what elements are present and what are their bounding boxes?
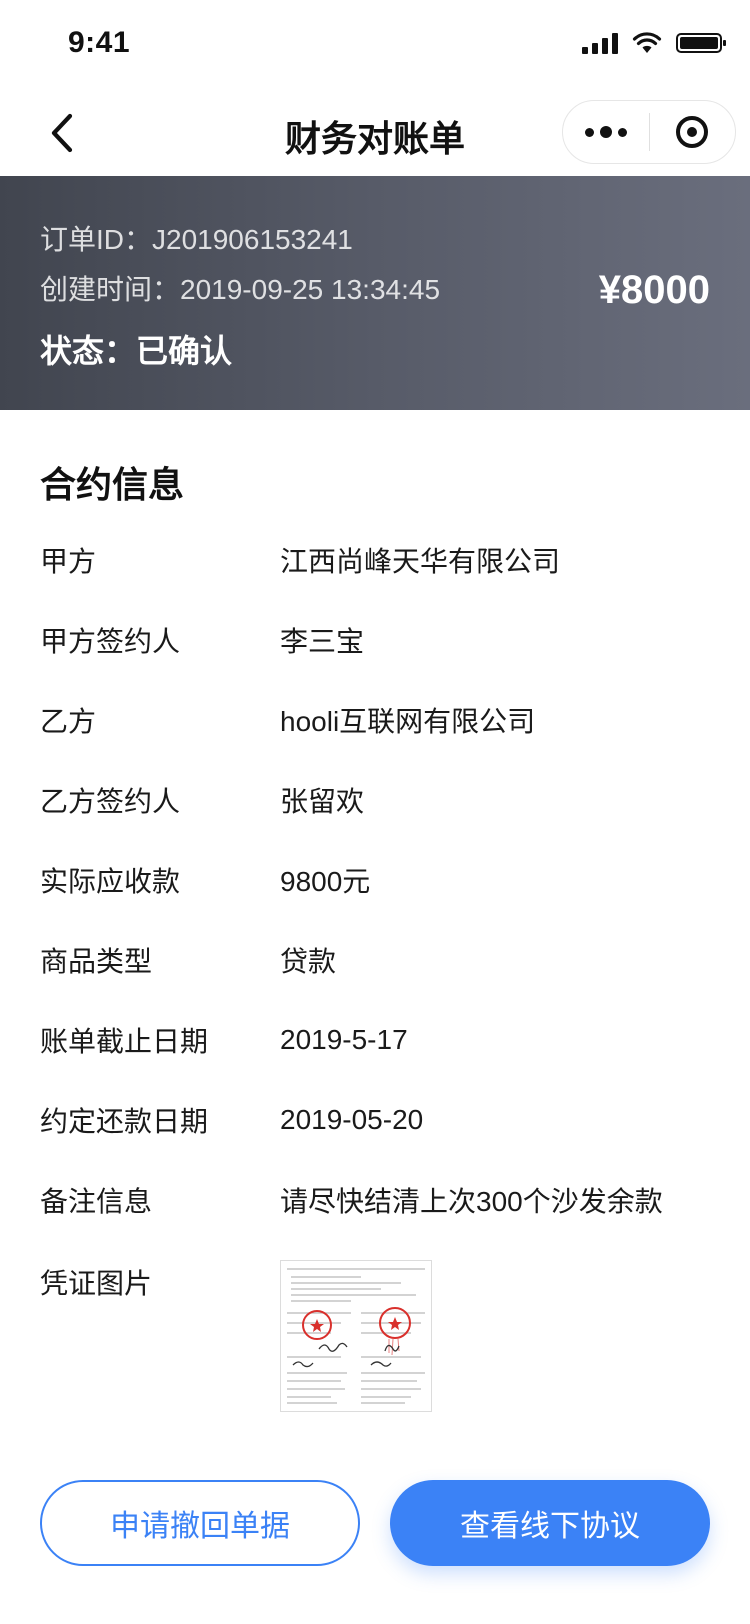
target-circle-icon [676,116,709,148]
info-label: 备注信息 [40,1186,153,1217]
created-time-row: 创建时间：2019-09-25 13:34:45 [40,268,440,308]
view-offline-agreement-button[interactable]: 查看线下协议 [390,1480,710,1566]
contract-info-list: 甲方 江西尚峰天华有限公司 甲方签约人 李三宝 乙方 hooli互联网有限公司 … [40,520,720,1240]
status-icons [582,32,726,54]
info-value: 李三宝 [280,626,365,657]
order-id-value: J201906153241 [152,224,353,255]
mini-program-capsule [562,100,736,164]
info-value: 9800元 [280,866,371,897]
info-value: hooli互联网有限公司 [280,706,536,737]
info-label: 甲方签约人 [40,626,181,657]
status-bar: 9:41 [0,0,750,90]
contract-document-image [281,1261,431,1411]
battery-icon [676,33,726,53]
info-row-remark: 备注信息 请尽快结清上次300个沙发余款 [40,1160,720,1240]
cellular-signal-icon [582,32,618,54]
order-status-row: 状态：已确认 [40,326,232,372]
info-row-repayment-date: 约定还款日期 2019-05-20 [40,1080,720,1160]
info-row-party-a: 甲方 江西尚峰天华有限公司 [40,520,720,600]
order-status-label: 状态： [40,333,137,369]
info-row-bill-deadline: 账单截止日期 2019-5-17 [40,1000,720,1080]
info-label: 甲方 [40,546,97,577]
order-amount: ¥8000 [598,268,710,312]
more-dots-icon-center [599,126,612,138]
info-row-product-type: 商品类型 贷款 [40,920,720,1000]
info-label: 实际应收款 [40,866,181,897]
info-row-receivable: 实际应收款 9800元 [40,840,720,920]
created-time-label: 创建时间： [40,274,181,305]
info-value: 2019-05-20 [280,1104,424,1135]
more-dots-icon [584,127,594,137]
info-label: 乙方签约人 [40,786,181,817]
info-row-party-a-signer: 甲方签约人 李三宝 [40,600,720,680]
info-label: 商品类型 [40,946,153,977]
info-row-party-b-signer: 乙方签约人 张留欢 [40,760,720,840]
info-label: 账单截止日期 [40,1026,209,1057]
more-options-button[interactable] [563,100,649,164]
nav-bar: 财务对账单 [0,90,750,176]
voucher-label: 凭证图片 [40,1268,153,1299]
more-dots-icon-right [617,127,627,137]
order-id-label: 订单ID： [40,224,153,255]
section-title-contract: 合约信息 [40,464,185,505]
info-value: 请尽快结清上次300个沙发余款 [280,1186,663,1217]
order-id-row: 订单ID：J201906153241 [40,218,353,258]
info-row-party-b: 乙方 hooli互联网有限公司 [40,680,720,760]
created-time-value: 2019-09-25 13:34:45 [180,274,441,305]
info-value: 江西尚峰天华有限公司 [280,546,561,577]
info-value: 贷款 [280,946,337,977]
info-value: 张留欢 [280,786,365,817]
voucher-image-thumbnail[interactable] [280,1260,432,1412]
withdraw-document-button[interactable]: 申请撤回单据 [40,1480,360,1566]
info-label: 约定还款日期 [40,1106,209,1137]
close-mini-program-button[interactable] [650,100,736,164]
order-status-value: 已确认 [136,333,233,369]
status-time: 9:41 [68,26,131,59]
wifi-icon [632,32,662,53]
info-label: 乙方 [40,706,97,737]
order-summary-banner: 订单ID：J201906153241 创建时间：2019-09-25 13:34… [0,176,750,410]
info-value: 2019-5-17 [280,1024,408,1055]
